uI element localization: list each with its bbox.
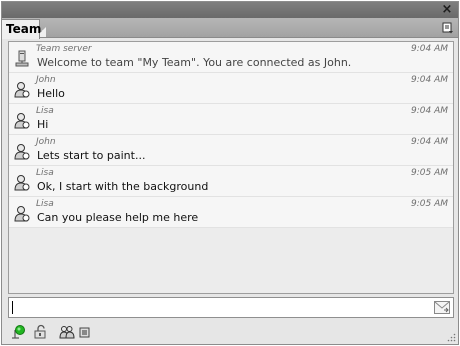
send-message-icon[interactable] — [434, 301, 450, 314]
message-time: 9:04 AM — [411, 44, 448, 54]
chat-message-list[interactable]: Team server 9:04 AM Welcome to team "My … — [8, 41, 454, 294]
message-time: 9:04 AM — [411, 75, 448, 85]
message-sender: Lisa — [36, 106, 54, 116]
text-caret — [12, 301, 13, 314]
user-icon — [14, 206, 30, 222]
close-icon[interactable]: × — [441, 2, 453, 17]
message-time: 9:04 AM — [411, 137, 448, 147]
message-time: 9:04 AM — [411, 106, 448, 116]
server-icon — [15, 50, 29, 67]
message-sender: Lisa — [36, 168, 54, 178]
tab-bar: Team — [2, 18, 458, 39]
tab-team[interactable]: Team — [2, 19, 41, 39]
connected-status-icon[interactable] — [10, 324, 26, 340]
chat-message: John 9:04 AM Hello — [9, 73, 453, 104]
message-text: Hi — [37, 118, 49, 131]
message-text: Can you please help me here — [37, 211, 199, 224]
message-time: 9:05 AM — [411, 168, 448, 178]
chat-message: Lisa 9:05 AM Can you please help me here — [9, 197, 453, 228]
user-icon — [14, 113, 30, 129]
message-input[interactable] — [8, 297, 454, 318]
team-panel: × Team Team server 9:04 AM Welcome to te… — [1, 1, 459, 345]
message-sender: John — [36, 137, 56, 147]
tab-corner — [40, 23, 46, 37]
message-text: Hello — [37, 87, 65, 100]
message-sender: Team server — [36, 44, 92, 54]
message-text: Ok, I start with the background — [37, 180, 209, 193]
resize-grip-icon[interactable] — [447, 333, 456, 342]
user-icon — [14, 175, 30, 191]
user-icon — [14, 82, 30, 98]
status-bar — [2, 320, 458, 344]
message-time: 9:05 AM — [411, 199, 448, 209]
chat-message: Lisa 9:05 AM Ok, I start with the backgr… — [9, 166, 453, 197]
message-sender: Lisa — [36, 199, 54, 209]
panel-menu-icon[interactable] — [442, 22, 454, 34]
panel-title-bar: × — [2, 2, 458, 18]
message-sender: John — [36, 75, 56, 85]
team-users-icon[interactable] — [59, 324, 75, 340]
message-text: Lets start to paint... — [37, 149, 146, 162]
chat-message: John 9:04 AM Lets start to paint... — [9, 135, 453, 166]
chat-message: Team server 9:04 AM Welcome to team "My … — [9, 42, 453, 73]
lock-icon[interactable] — [33, 324, 49, 340]
message-text: Welcome to team "My Team". You are conne… — [37, 56, 352, 69]
chat-message: Lisa 9:04 AM Hi — [9, 104, 453, 135]
user-icon — [14, 144, 30, 160]
small-settings-icon[interactable] — [78, 324, 94, 340]
